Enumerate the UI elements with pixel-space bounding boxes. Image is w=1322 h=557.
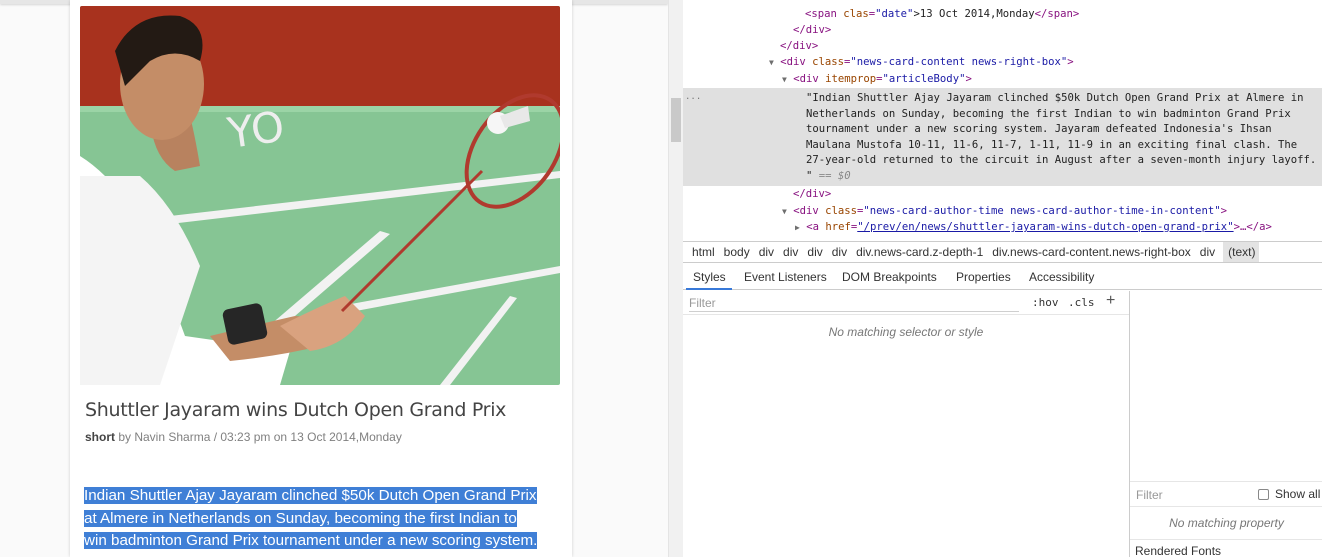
article-body-line: win badminton Grand Prix tournament unde… bbox=[84, 532, 538, 549]
dom-line-anchor[interactable]: ▶ <a href="/prev/en/news/shuttler-jayara… bbox=[795, 219, 1272, 235]
dom-line-news-card-content[interactable]: ▼ <div class="news-card-content news-rig… bbox=[769, 54, 1074, 70]
hover-state-toggle[interactable]: :hov bbox=[1032, 296, 1059, 309]
tab-dom-breakpoints[interactable]: DOM Breakpoints bbox=[842, 270, 937, 284]
dom-line-div-close[interactable]: </div> bbox=[793, 22, 831, 38]
scrollbar-thumb[interactable] bbox=[671, 98, 681, 142]
active-tab-indicator bbox=[686, 288, 732, 290]
news-card: YO Shuttler Jayaram wins Dutch Open Gran… bbox=[70, 0, 572, 557]
dom-line-div-close[interactable]: </div> bbox=[780, 38, 818, 54]
photo-illustration: YO bbox=[80, 6, 560, 385]
selected-dom-node[interactable]: ... "Indian Shuttler Ajay Jayaram clinch… bbox=[683, 88, 1322, 186]
styles-filter-input[interactable] bbox=[689, 294, 1019, 312]
breadcrumb-item[interactable]: div.news-card.z-depth-1 bbox=[856, 242, 983, 259]
breadcrumb-item[interactable]: html bbox=[692, 242, 715, 259]
rendered-fonts-header[interactable]: Rendered Fonts bbox=[1130, 539, 1322, 557]
computed-empty-message: No matching property bbox=[1169, 516, 1284, 530]
breadcrumb-item[interactable]: div bbox=[759, 242, 774, 259]
computed-toolbar: Show all bbox=[1130, 481, 1322, 507]
new-style-rule-icon[interactable]: + bbox=[1106, 292, 1115, 310]
svg-text:YO: YO bbox=[224, 102, 288, 159]
dom-line-author-time[interactable]: ▼ <div class="news-card-author-time news… bbox=[782, 203, 1227, 219]
article-meta: short by Navin Sharma / 03:23 pm on 13 O… bbox=[85, 430, 402, 444]
collapse-triangle-icon[interactable]: ▶ bbox=[795, 223, 800, 232]
author-time[interactable]: by Navin Sharma / 03:23 pm on 13 Oct 201… bbox=[115, 430, 402, 444]
dom-line-div-close[interactable]: </div> bbox=[793, 186, 831, 202]
expand-triangle-icon[interactable]: ▼ bbox=[782, 207, 787, 216]
article-title[interactable]: Shuttler Jayaram wins Dutch Open Grand P… bbox=[85, 399, 506, 421]
show-all-checkbox[interactable] bbox=[1258, 489, 1269, 500]
expand-triangle-icon[interactable]: ▼ bbox=[769, 58, 774, 67]
computed-filter-input[interactable] bbox=[1136, 487, 1246, 503]
page-scrollbar[interactable] bbox=[668, 0, 683, 557]
dom-line-article-body[interactable]: ▼ <div itemprop="articleBody"> bbox=[782, 71, 972, 87]
tab-properties[interactable]: Properties bbox=[956, 270, 1011, 284]
expand-triangle-icon[interactable]: ▼ bbox=[782, 75, 787, 84]
breadcrumb-item[interactable]: div bbox=[832, 242, 847, 259]
more-actions-icon[interactable]: ... bbox=[685, 92, 701, 102]
breadcrumb-item[interactable]: div bbox=[783, 242, 798, 259]
breadcrumb-item[interactable]: div bbox=[807, 242, 822, 259]
breadcrumb-item-current[interactable]: (text) bbox=[1223, 242, 1260, 262]
article-body-line: Indian Shuttler Ajay Jayaram clinched $5… bbox=[84, 487, 537, 504]
devtools-subtabs: Styles Event Listeners DOM Breakpoints P… bbox=[683, 264, 1322, 290]
selected-text-node: "Indian Shuttler Ajay Jayaram clinched $… bbox=[806, 92, 1317, 182]
tab-event-listeners[interactable]: Event Listeners bbox=[744, 270, 827, 284]
tab-styles[interactable]: Styles bbox=[693, 270, 726, 284]
breadcrumb-item[interactable]: div.news-card-content.news-right-box bbox=[992, 242, 1191, 259]
breadcrumb: html body div div div div div.news-card.z-dept… bbox=[683, 241, 1322, 263]
show-all-label[interactable]: Show all bbox=[1275, 487, 1320, 501]
breadcrumb-item[interactable]: div bbox=[1200, 242, 1215, 259]
styles-empty-message: No matching selector or style bbox=[828, 325, 984, 339]
web-page-viewport: YO Shuttler Jayaram wins Dutch Open Gran… bbox=[0, 0, 668, 557]
short-label: short bbox=[85, 430, 115, 444]
badminton-player-photo[interactable]: YO bbox=[80, 6, 560, 385]
class-toggle[interactable]: .cls bbox=[1068, 296, 1095, 309]
styles-toolbar: :hov .cls + bbox=[683, 291, 1129, 315]
devtools-panel: <span clas="date">13 Oct 2014,Monday</sp… bbox=[683, 0, 1322, 557]
article-body-line: at Almere in Netherlands on Sunday, beco… bbox=[84, 509, 517, 527]
article-body[interactable]: Indian Shuttler Ajay Jayaram clinched $5… bbox=[84, 485, 554, 553]
styles-pane: :hov .cls + No matching selector or styl… bbox=[683, 291, 1129, 557]
breadcrumb-item[interactable]: body bbox=[724, 242, 750, 259]
dom-line-date-span[interactable]: <span clas="date">13 Oct 2014,Monday</sp… bbox=[805, 6, 1079, 22]
tab-accessibility[interactable]: Accessibility bbox=[1029, 270, 1094, 284]
computed-pane: Show all No matching property Rendered F… bbox=[1129, 291, 1322, 557]
